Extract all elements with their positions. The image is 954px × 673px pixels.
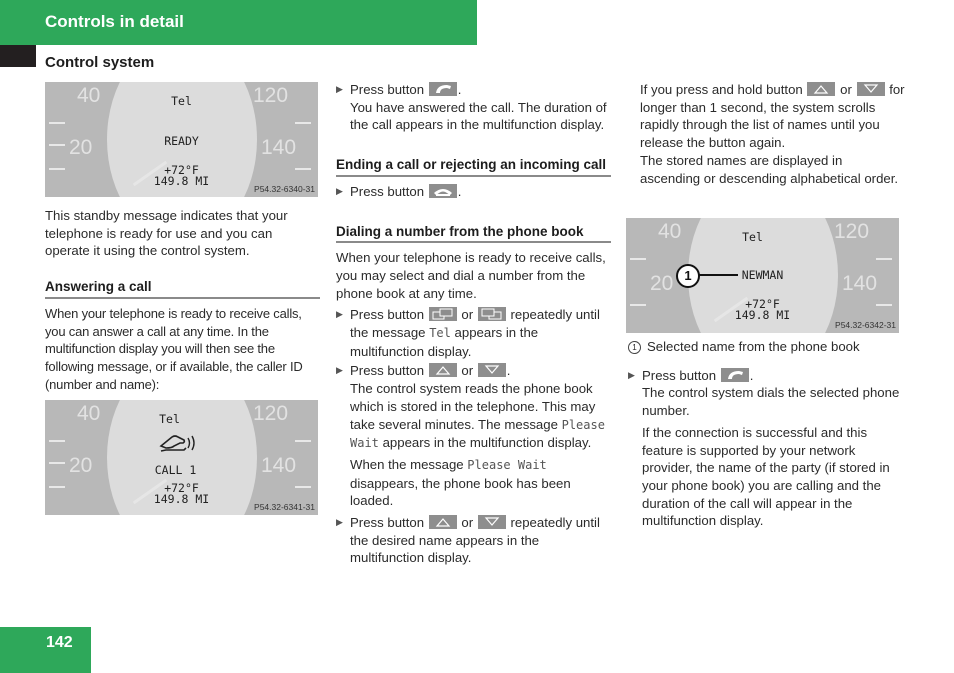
step-scroll-names: ▶ Press button or repeatedly until the d…: [336, 514, 611, 567]
display-phonebook: 40 20 120 140 Tel 1 NEWMAN +72°F 149.8 M…: [626, 218, 899, 333]
arrow-bullet-icon: ▶: [628, 369, 635, 380]
figure-code: P54.32-6340-31: [254, 184, 315, 194]
tick: [49, 122, 65, 124]
legend-text: Selected name from the phone book: [647, 339, 860, 354]
column-2: ▶ Press button . You have answered the c…: [336, 81, 611, 567]
arrow-bullet-icon: ▶: [336, 309, 343, 320]
step-load-phonebook: ▶ Press button or . The control system r…: [336, 363, 605, 509]
standby-text: This standby message indicates that your…: [45, 208, 288, 259]
display-standby: 40 20 120 140 Tel READY +72°F 149.8 MI P…: [45, 82, 318, 197]
end-call-button-icon: [428, 183, 457, 198]
display-label: Tel: [171, 94, 192, 108]
step-text: When the message: [350, 456, 464, 472]
down-button-icon: [477, 515, 506, 530]
down-button-icon: [856, 82, 885, 96]
step-answer: ▶ Press button . You have answered the c…: [336, 81, 611, 134]
display-forward-button-icon: [428, 307, 457, 322]
answering-text: When your telephone is ready to receive …: [45, 305, 303, 392]
tick: [295, 440, 311, 442]
dialing-text: When your telephone is ready to receive …: [336, 250, 606, 301]
step-label: Press button: [350, 82, 425, 97]
or-label: or: [461, 363, 474, 379]
step-label: Press button: [350, 183, 425, 199]
figure-code: P54.32-6341-31: [254, 502, 315, 512]
arrow-bullet-icon: ▶: [336, 517, 343, 528]
display-status: READY: [164, 134, 199, 148]
step-dial: ▶ Press button . The control system dial…: [628, 367, 905, 530]
step-label: Press button: [642, 367, 717, 383]
step-label: Press button: [350, 307, 425, 323]
page-number: 142: [46, 634, 73, 651]
or-label: or: [461, 307, 474, 323]
display-label: Tel: [159, 412, 180, 426]
chapter-title: Controls in detail: [45, 12, 184, 31]
up-button-icon: [807, 82, 836, 96]
hold-text: If you press and hold button: [640, 82, 803, 97]
tick: [49, 440, 65, 442]
display-incoming-call: 40 20 120 140 Tel CALL 1 +72°F 149.8 MI …: [45, 400, 318, 515]
section-title: Control system: [45, 54, 155, 71]
answer-call-button-icon: [720, 367, 749, 382]
step-select-tel: ▶ Press button or repeatedly until the m…: [336, 306, 611, 360]
column-3: If you press and hold button or for long…: [640, 81, 905, 187]
figure-code: P54.32-6342-31: [835, 320, 896, 330]
display-message: Please Wait: [467, 457, 547, 472]
down-button-icon: [477, 363, 506, 378]
step-label: Press button: [350, 515, 425, 531]
step-text: The control system dials the selected ph…: [642, 385, 900, 419]
connection-text: If the connection is successful and this…: [642, 424, 890, 529]
heading-ending: Ending a call or rejecting an incoming c…: [336, 156, 611, 177]
up-button-icon: [428, 515, 457, 530]
arrow-bullet-icon: ▶: [336, 84, 343, 94]
or-label: or: [840, 82, 852, 97]
step-label: Press button: [350, 363, 425, 379]
section-marker: [0, 45, 36, 67]
step-end: ▶ Press button .: [336, 183, 462, 199]
up-button-icon: [428, 363, 457, 378]
answer-call-button-icon: [428, 82, 457, 96]
tick: [295, 122, 311, 124]
legend-number: 1: [628, 341, 641, 354]
display-label: Tel: [742, 230, 763, 244]
column-1: This standby message indicates that your…: [45, 207, 320, 393]
arrow-bullet-icon: ▶: [336, 365, 343, 376]
or-label: or: [461, 515, 474, 531]
display-back-button-icon: [477, 307, 506, 322]
tick: [876, 258, 892, 260]
step-text: disappears, the phone book has been load…: [350, 475, 571, 509]
ringing-phone-icon: [159, 435, 195, 452]
tick: [630, 258, 646, 260]
display-status: NEWMAN: [741, 268, 784, 282]
display-status: CALL 1: [154, 463, 197, 477]
heading-answering: Answering a call: [45, 278, 320, 299]
step-text: The control system reads the phone book …: [350, 381, 596, 432]
step-text: appears in the multifunction display.: [382, 435, 592, 451]
step-text: You have answered the call. The duration…: [350, 99, 607, 133]
heading-dialing: Dialing a number from the phone book: [336, 223, 611, 244]
arrow-bullet-icon: ▶: [336, 185, 343, 196]
sort-order-text: The stored names are displayed in ascend…: [640, 152, 899, 186]
column-3-lower: 1 Selected name from the phone book ▶ Pre…: [628, 338, 905, 530]
display-message: Tel: [429, 326, 451, 341]
